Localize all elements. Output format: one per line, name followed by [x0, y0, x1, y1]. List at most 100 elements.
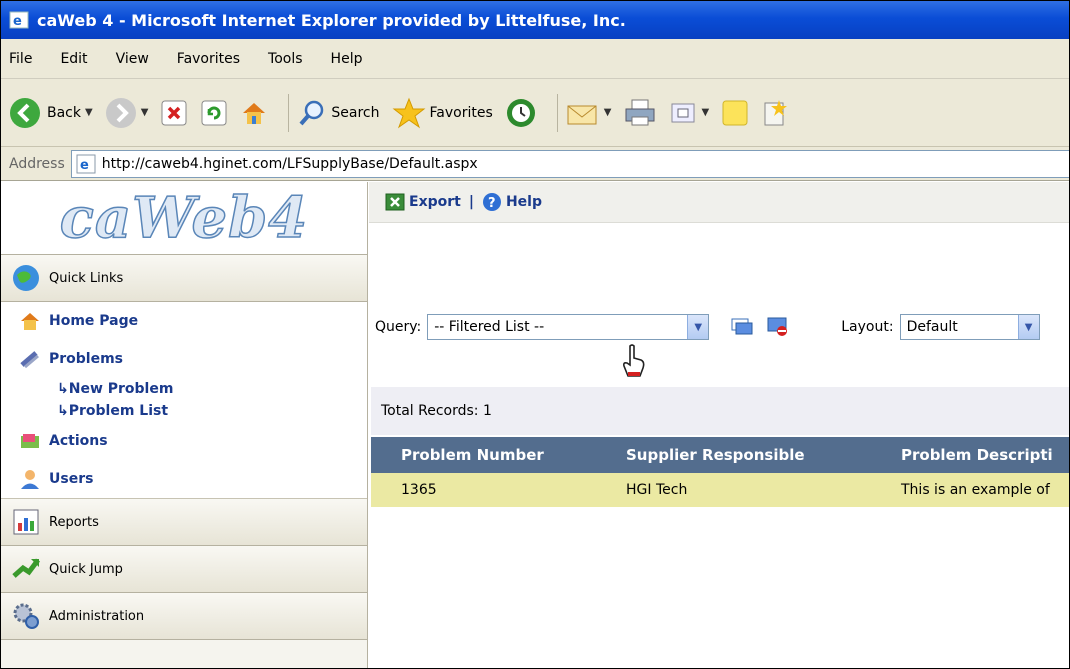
nav-problem-list[interactable]: ↳Problem List	[1, 400, 367, 422]
edit-button[interactable]: ▼	[669, 99, 709, 127]
chevron-down-icon[interactable]: ▼	[141, 107, 149, 118]
ie-icon: e	[9, 11, 29, 29]
column-supplier-responsible[interactable]: Supplier Responsible	[626, 446, 805, 464]
favorites-button[interactable]: Favorites	[392, 97, 493, 129]
search-label: Search	[331, 104, 380, 121]
toolbar-separator	[556, 93, 558, 132]
reports-label: Reports	[49, 514, 99, 530]
nav-new-problem[interactable]: ↳New Problem	[1, 378, 367, 400]
query-value: -- Filtered List --	[434, 319, 545, 335]
toolbar: Back ▼ ▼ Search Favorites ▼ ▼	[1, 79, 1069, 147]
back-button[interactable]: Back ▼	[9, 97, 93, 129]
administration-label: Administration	[49, 608, 145, 624]
tools-icon	[20, 351, 39, 369]
menu-help[interactable]: Help	[331, 51, 363, 67]
toolbar-divider: |	[468, 194, 474, 210]
edit-icon	[671, 103, 695, 122]
nav-quick-links[interactable]: Quick Links	[1, 255, 367, 302]
svg-text:e: e	[80, 158, 89, 173]
svg-text:e: e	[13, 14, 22, 29]
layout-select[interactable]: Default ▼	[899, 314, 1040, 340]
address-url: http://caweb4.hginet.com/LFSupplyBase/De…	[101, 155, 478, 172]
query-row: Query: -- Filtered List -- ▼ Layout: Def…	[375, 314, 1040, 340]
table-row[interactable]: 1365 HGI Tech This is an example of	[371, 473, 1069, 507]
hand-cursor-icon	[623, 344, 645, 377]
gear-icon	[13, 603, 39, 629]
nav-quick-jump[interactable]: Quick Jump	[1, 546, 367, 593]
history-icon[interactable]	[505, 97, 537, 129]
delete-query-icon[interactable]	[767, 317, 789, 337]
toolbar-separator	[288, 93, 290, 132]
saved-queries-icon[interactable]	[731, 318, 753, 336]
star-icon	[392, 97, 425, 128]
main-toolbar: Export | ? Help	[369, 182, 1069, 223]
help-link[interactable]: Help	[506, 194, 542, 210]
quick-jump-label: Quick Jump	[49, 561, 123, 577]
query-select[interactable]: -- Filtered List -- ▼	[427, 314, 710, 340]
cell-description: This is an example of	[901, 482, 1050, 498]
problems-label: Problems	[49, 351, 124, 367]
nav-actions[interactable]: Actions	[1, 422, 367, 460]
print-icon[interactable]	[623, 97, 657, 129]
main-content: Export | ? Help Query: -- Filtered List …	[369, 182, 1069, 668]
address-bar: Address e http://caweb4.hginet.com/LFSup…	[1, 147, 1069, 181]
nav-administration[interactable]: Administration	[1, 593, 367, 640]
sidebar: caWeb4 Quick Links Home Page Problems ↳N…	[1, 182, 368, 668]
mail-icon	[567, 105, 597, 124]
menu-bar: File Edit View Favorites Tools Help	[1, 39, 1069, 79]
menu-tools[interactable]: Tools	[268, 51, 303, 67]
nav-users[interactable]: Users	[1, 460, 367, 498]
address-input[interactable]: e http://caweb4.hginet.com/LFSupplyBase/…	[70, 149, 1069, 178]
address-label: Address	[9, 155, 65, 172]
actions-icon	[21, 434, 39, 448]
chevron-down-icon[interactable]: ▼	[604, 107, 612, 118]
table-header: Problem Number Supplier Responsible Prob…	[371, 437, 1069, 473]
messenger-icon[interactable]	[761, 98, 789, 128]
export-link[interactable]: Export	[409, 194, 461, 210]
home-icon	[21, 313, 39, 330]
layout-value: Default	[906, 319, 958, 335]
quick-links-label: Quick Links	[49, 270, 124, 286]
menu-favorites[interactable]: Favorites	[177, 51, 240, 67]
menu-file[interactable]: File	[9, 51, 32, 67]
column-problem-description[interactable]: Problem Descripti	[901, 446, 1053, 464]
cell-supplier: HGI Tech	[626, 482, 688, 498]
home-icon[interactable]	[240, 99, 268, 127]
report-icon	[13, 509, 39, 535]
refresh-icon[interactable]	[200, 99, 228, 127]
browser-window: e caWeb 4 - Microsoft Internet Explorer …	[0, 0, 1070, 669]
quick-links-section: Home Page Problems ↳New Problem ↳Problem…	[1, 302, 367, 499]
users-label: Users	[49, 471, 94, 487]
note-icon[interactable]	[721, 98, 749, 128]
nav-reports[interactable]: Reports	[1, 499, 367, 546]
chevron-down-icon: ▼	[687, 315, 709, 339]
menu-edit[interactable]: Edit	[60, 51, 87, 67]
column-problem-number[interactable]: Problem Number	[401, 446, 544, 464]
chevron-down-icon[interactable]: ▼	[85, 107, 93, 118]
menu-view[interactable]: View	[116, 51, 149, 67]
stop-icon[interactable]	[160, 99, 188, 127]
app-logo: caWeb4	[1, 182, 367, 255]
home-page-label: Home Page	[49, 313, 139, 329]
chevron-down-icon[interactable]: ▼	[701, 107, 709, 118]
jump-arrow-icon	[12, 558, 40, 578]
total-records: Total Records: 1	[371, 387, 1069, 435]
search-button[interactable]: Search	[297, 98, 380, 128]
forward-button[interactable]: ▼	[105, 97, 149, 129]
favorites-label: Favorites	[429, 104, 493, 121]
mail-button[interactable]: ▼	[566, 98, 612, 128]
query-label: Query:	[375, 319, 422, 335]
search-icon	[299, 100, 324, 125]
layout-label: Layout:	[841, 319, 894, 335]
svg-text:?: ?	[488, 196, 496, 211]
logo-text: caWeb4	[59, 184, 309, 252]
back-arrow-icon	[10, 97, 40, 128]
nav-home-page[interactable]: Home Page	[1, 302, 367, 340]
help-icon: ?	[482, 193, 501, 211]
ie-page-icon: e	[76, 154, 96, 173]
back-label: Back	[47, 104, 81, 121]
nav-problems[interactable]: Problems	[1, 340, 367, 378]
forward-arrow-icon	[105, 97, 136, 128]
excel-icon	[385, 193, 405, 211]
chevron-down-icon: ▼	[1017, 315, 1039, 339]
